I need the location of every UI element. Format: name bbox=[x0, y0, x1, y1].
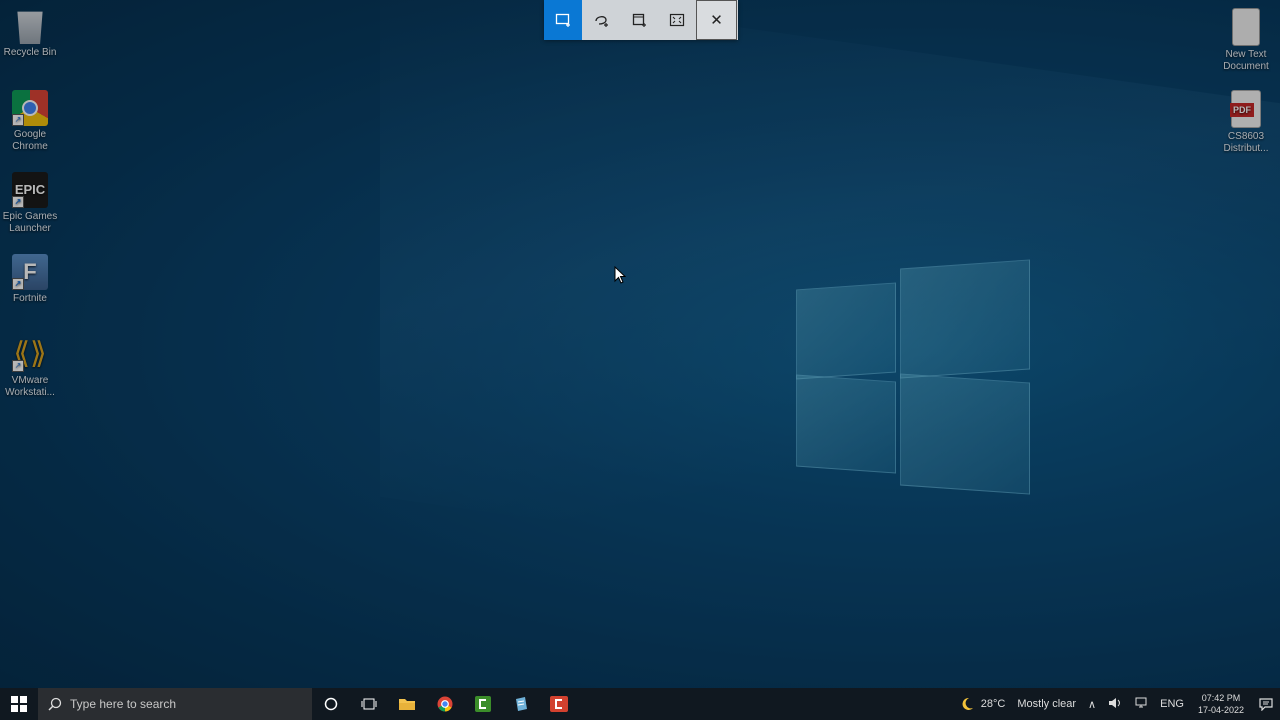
weather-condition: Mostly clear bbox=[1017, 698, 1077, 710]
fullscreen-snip-button[interactable] bbox=[658, 0, 696, 40]
text-document-icon bbox=[1232, 8, 1260, 46]
snip-dim-overlay bbox=[0, 0, 1280, 688]
mouse-cursor-icon bbox=[614, 265, 627, 289]
fortnite-icon: F ↗ bbox=[12, 254, 48, 290]
desktop-icon-fortnite[interactable]: F ↗ Fortnite bbox=[0, 254, 60, 305]
freeform-snip-button[interactable] bbox=[582, 0, 620, 40]
desktop-icon-label: VMware Workstati... bbox=[5, 375, 55, 398]
network-icon[interactable] bbox=[1134, 697, 1148, 712]
close-icon: ✕ bbox=[710, 12, 723, 29]
clock-date: 17-04-2022 bbox=[1197, 705, 1244, 715]
desktop-icon-label: New Text Document bbox=[1223, 49, 1269, 72]
chrome-icon bbox=[437, 696, 453, 712]
input-language[interactable]: ENG bbox=[1160, 698, 1184, 710]
task-view-button[interactable] bbox=[350, 688, 388, 720]
close-snip-button[interactable]: ✕ bbox=[696, 0, 737, 40]
chrome-icon: ↗ bbox=[12, 90, 48, 126]
file-explorer-icon bbox=[399, 699, 415, 710]
cortana-icon bbox=[324, 697, 338, 711]
moon-weather-icon bbox=[962, 697, 973, 710]
taskbar-file-explorer[interactable] bbox=[388, 688, 426, 720]
pdf-file-icon: PDF bbox=[1230, 90, 1261, 128]
taskbar-camtasia[interactable] bbox=[464, 688, 502, 720]
notepad-icon bbox=[516, 697, 527, 711]
show-hidden-icons-chevron-icon[interactable]: ∧ bbox=[1088, 698, 1096, 711]
taskbar: Type here to search 28°C Mostly clear ∧ … bbox=[0, 688, 1280, 720]
desktop-icon-google-chrome[interactable]: ↗ Google Chrome bbox=[0, 90, 60, 153]
windows-logo-wallpaper bbox=[796, 256, 1030, 495]
clock[interactable]: 07:42 PM 17-04-2022 bbox=[1198, 692, 1244, 716]
desktop-icon-label: Fortnite bbox=[13, 293, 47, 304]
windows-start-icon bbox=[11, 696, 27, 712]
desktop-icon-recycle-bin[interactable]: Recycle Bin bbox=[0, 8, 60, 59]
notification-icon bbox=[1259, 697, 1273, 711]
window-snip-icon bbox=[632, 13, 646, 27]
clock-time: 07:42 PM bbox=[1201, 693, 1241, 703]
epic-games-icon: EPIC ↗ bbox=[12, 172, 48, 208]
vmware-icon: ⟪⟫ ↗ bbox=[12, 337, 47, 372]
search-placeholder: Type here to search bbox=[70, 697, 177, 711]
rectangular-snip-button[interactable] bbox=[544, 0, 582, 40]
desktop-icon-new-text-document[interactable]: New Text Document bbox=[1216, 8, 1276, 73]
desktop-icon-label: Google Chrome bbox=[12, 129, 48, 152]
camtasia-icon bbox=[475, 696, 491, 712]
weather-temp: 28°C bbox=[980, 698, 1006, 710]
taskbar-notepad[interactable] bbox=[502, 688, 540, 720]
volume-icon[interactable] bbox=[1108, 697, 1122, 712]
action-center-button[interactable] bbox=[1252, 697, 1280, 711]
weather-widget[interactable]: 28°C Mostly clear bbox=[959, 696, 1082, 712]
desktop-icon-label: CS8603 Distribut... bbox=[1223, 131, 1269, 154]
search-icon bbox=[48, 697, 62, 711]
task-view-icon bbox=[361, 698, 377, 710]
desktop-icon-epic-games[interactable]: EPIC ↗ Epic Games Launcher bbox=[0, 172, 60, 235]
desktop-icon-label: Recycle Bin bbox=[3, 47, 57, 58]
desktop-icon-label: Epic Games Launcher bbox=[2, 211, 58, 234]
screen-recorder-icon bbox=[550, 696, 568, 712]
taskbar-search-box[interactable]: Type here to search bbox=[38, 688, 312, 720]
cortana-button[interactable] bbox=[312, 688, 350, 720]
freeform-snip-icon bbox=[595, 16, 608, 27]
taskbar-screen-recorder[interactable] bbox=[540, 688, 578, 720]
taskbar-chrome[interactable] bbox=[426, 688, 464, 720]
desktop-icon-vmware[interactable]: ⟪⟫ ↗ VMware Workstati... bbox=[0, 336, 60, 399]
desktop-icon-cs8603-pdf[interactable]: PDF CS8603 Distribut... bbox=[1216, 90, 1276, 155]
start-button[interactable] bbox=[0, 688, 38, 720]
window-snip-button[interactable] bbox=[620, 0, 658, 40]
rectangle-snip-icon bbox=[555, 13, 570, 27]
recycle-bin-icon bbox=[17, 11, 43, 44]
system-tray: 28°C Mostly clear ∧ ENG 07:42 PM 17-04-2… bbox=[959, 688, 1280, 720]
fullscreen-snip-icon bbox=[669, 13, 685, 27]
snip-toolbar: ✕ bbox=[544, 0, 738, 40]
